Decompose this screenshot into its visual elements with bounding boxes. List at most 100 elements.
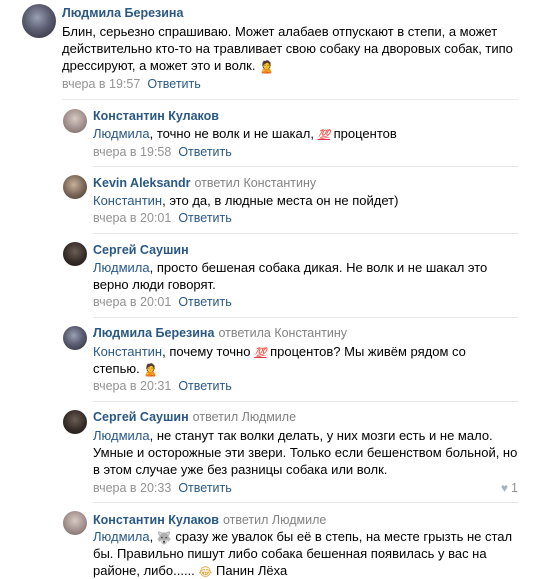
text-line: Константин, почему точно 💯 процентов? Мы… [93, 343, 466, 360]
reply-prefix: ответила [218, 326, 271, 340]
reply-prefix: ответил [192, 410, 239, 424]
text-fragment: , просто бешеная собака дикая. Не волк и… [149, 260, 488, 275]
avatar[interactable] [63, 511, 87, 535]
text-line: дрессируют, а может это и волк. 🙎 [62, 57, 532, 74]
reply-button[interactable]: Ответить [147, 77, 200, 91]
text-fragment: сразу же увалок бы её в степь, на месте … [171, 529, 513, 544]
reply-button[interactable]: Ответить [178, 145, 231, 159]
author-name[interactable]: Kevin Aleksandr [93, 176, 191, 190]
reply-to-label: ответила Константину [218, 326, 347, 340]
reply-to-name[interactable]: Константину [274, 326, 347, 340]
mention-link[interactable]: Константин [93, 193, 162, 208]
mention-link[interactable]: Людмила [93, 428, 150, 443]
avatar[interactable] [63, 410, 87, 434]
comment-meta: вчера в 20:31 Ответить [93, 378, 232, 394]
comment-time[interactable]: вчера в 20:01 [93, 295, 171, 309]
comment-header: Сергей Саушин ответил Людмиле [93, 409, 296, 425]
comment-5: Сергей Саушин ответил Людмиле Людмила, не… [0, 402, 542, 502]
reply-button[interactable]: Ответить [178, 481, 231, 495]
reply-to-name[interactable]: Людмиле [242, 410, 296, 424]
reply-button[interactable]: Ответить [178, 211, 231, 225]
comment-text: Людмила, просто бешеная собака дикая. Не… [93, 259, 487, 293]
person-emoji-icon: 🙎 [259, 60, 275, 74]
text-fragment: процентов? Мы живём рядом со [266, 344, 466, 359]
comment-header: Людмила Березина [62, 5, 183, 21]
comment-header: Сергей Саушин [93, 242, 189, 258]
comment-6: Константин Кулаков ответил Людмиле Людмил… [0, 503, 542, 578]
comment-3: Сергей Саушин Людмила, просто бешеная со… [0, 234, 542, 318]
avatar[interactable] [63, 326, 87, 350]
reply-to-name[interactable]: Константину [243, 176, 316, 190]
text-line: степью. 🙎 [93, 360, 466, 377]
wolf-emoji-icon: 🐺 [156, 531, 172, 545]
author-name[interactable]: Людмила Березина [93, 326, 214, 340]
text-fragment: , точно не волк и не шакал, [149, 126, 318, 141]
comment-meta: вчера в 20:01 Ответить [93, 210, 232, 226]
comment-text: Людмила, 🐺 сразу же увалок бы её в степь… [93, 528, 512, 579]
comment-text: Константин, почему точно 💯 процентов? Мы… [93, 343, 466, 377]
text-line: Людмила, 🐺 сразу же увалок бы её в степь… [93, 528, 512, 545]
text-line: Людмила, не станут так волки делать, у н… [93, 427, 517, 444]
text-line: действительно кто-то на травливает свою … [62, 41, 513, 56]
comment-text: Блин, серьезно спрашиваю. Может алабаев … [62, 23, 532, 74]
reply-to-label: ответил Людмиле [193, 410, 296, 424]
avatar[interactable] [63, 109, 87, 133]
comment-0: Людмила Березина Блин, серьезно спрашива… [0, 0, 542, 100]
comment-text: Константин, это да, в людные места он не… [93, 192, 398, 209]
author-name[interactable]: Сергей Саушин [93, 243, 189, 257]
text-fragment: Панин Лёха [212, 563, 288, 578]
comment-text: Людмила, не станут так волки делать, у н… [93, 427, 517, 478]
text-line: бы. Правильно пишут либо собака бешенная… [93, 546, 487, 561]
reply-button[interactable]: Ответить [178, 295, 231, 309]
avatar[interactable] [63, 242, 87, 266]
text-line: Блин, серьезно спрашиваю. Может алабаев … [62, 24, 498, 39]
hundred-points-emoji-icon: 💯 [317, 130, 331, 141]
text-fragment: процентов [330, 126, 397, 141]
text-fragment: , это да, в людные места он не пойдет) [162, 193, 399, 208]
comment-header: Людмила Березина ответила Константину [93, 325, 347, 341]
comment-time[interactable]: вчера в 19:57 [62, 77, 140, 91]
author-name[interactable]: Сергей Саушин [93, 410, 189, 424]
person-emoji-icon: 🙎 [143, 363, 159, 377]
comment-meta: вчера в 19:57 Ответить [62, 76, 201, 92]
text-fragment: районе, либо...... [93, 563, 199, 578]
comment-time[interactable]: вчера в 19:58 [93, 145, 171, 159]
reply-prefix: ответил [194, 176, 240, 190]
reply-to-label: ответил Константину [195, 176, 317, 190]
text-fragment: дрессируют, а может это и волк. [62, 58, 260, 73]
hundred-points-emoji-icon: 💯 [254, 348, 267, 359]
avatar[interactable] [22, 4, 56, 38]
text-line: Людмила, просто бешеная собака дикая. Не… [93, 259, 487, 276]
mention-link[interactable]: Людмила [93, 126, 150, 141]
text-fragment: степью. [93, 361, 144, 376]
text-line: верно люди говорят. [93, 277, 216, 292]
laughing-emoji-icon: 😂 [198, 565, 213, 579]
mention-link[interactable]: Людмила [93, 260, 150, 275]
comment-meta: вчера в 20:01 Ответить [93, 294, 232, 310]
comment-header: Константин Кулаков [93, 108, 219, 124]
author-name[interactable]: Людмила Березина [62, 6, 183, 20]
comment-header: Kevin Aleksandr ответил Константину [93, 175, 316, 191]
text-line: Умные и осторожные эти звери. Только есл… [93, 445, 518, 460]
comment-header: Константин Кулаков ответил Людмиле [93, 512, 326, 528]
author-name[interactable]: Константин Кулаков [93, 513, 219, 527]
text-fragment: , почему точно [162, 344, 255, 359]
comment-1: Константин Кулаков Людмила, точно не вол… [0, 100, 542, 166]
like-button[interactable]: ♥ 1 [501, 480, 518, 496]
comment-4: Людмила Березина ответила Константину Кон… [0, 318, 542, 402]
comment-time[interactable]: вчера в 20:31 [93, 379, 171, 393]
comment-time[interactable]: вчера в 20:33 [93, 481, 171, 495]
reply-to-name[interactable]: Людмиле [272, 513, 326, 527]
mention-link[interactable]: Людмила [93, 529, 150, 544]
text-fragment: , [149, 529, 157, 544]
comment-meta: вчера в 19:58 Ответить [93, 144, 232, 160]
comment-meta: вчера в 20:33 Ответить [93, 480, 232, 496]
comment-time[interactable]: вчера в 20:01 [93, 211, 171, 225]
author-name[interactable]: Константин Кулаков [93, 109, 219, 123]
mention-link[interactable]: Константин [93, 344, 162, 359]
reply-button[interactable]: Ответить [178, 379, 231, 393]
like-count: 1 [511, 481, 518, 495]
reply-prefix: ответил [222, 513, 269, 527]
avatar[interactable] [63, 175, 87, 199]
heart-icon: ♥ [500, 481, 509, 495]
